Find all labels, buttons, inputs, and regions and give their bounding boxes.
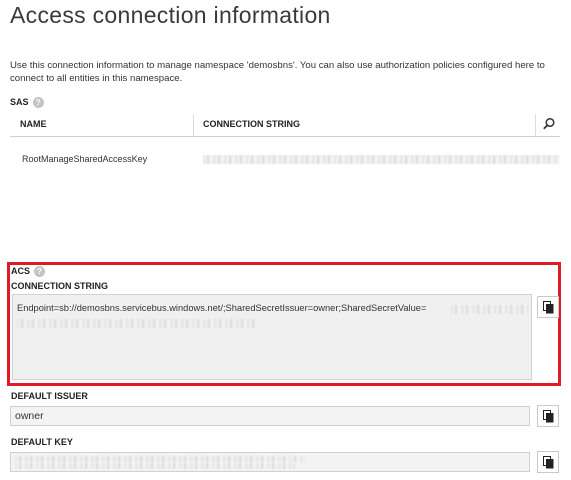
redacted-key (15, 463, 295, 469)
copy-default-key-button[interactable] (537, 451, 559, 473)
default-key-field[interactable] (10, 452, 530, 472)
copy-default-issuer-button[interactable] (537, 405, 559, 427)
redacted-connection-string (203, 155, 559, 164)
connection-string-field[interactable]: Endpoint=sb://demosbns.servicebus.window… (12, 294, 532, 380)
table-row[interactable]: RootManageSharedAccessKey (22, 154, 147, 164)
default-issuer-field[interactable]: owner (10, 406, 530, 426)
search-icon[interactable] (542, 117, 556, 131)
page-description: Use this connection information to manag… (10, 60, 545, 84)
default-key-label: DEFAULT KEY (11, 437, 73, 447)
copy-icon (543, 301, 554, 314)
default-issuer-value: owner (15, 410, 44, 422)
copy-icon (543, 410, 554, 423)
column-divider (535, 114, 536, 136)
column-header-connection-string[interactable]: CONNECTION STRING (203, 119, 300, 129)
copy-icon (543, 456, 554, 469)
policy-name: RootManageSharedAccessKey (22, 154, 148, 164)
page-title: Access connection information (10, 2, 331, 28)
redacted-secret (17, 319, 255, 328)
sas-section-label: SAS? (10, 97, 44, 109)
default-issuer-label: DEFAULT ISSUER (11, 391, 88, 401)
column-divider (193, 114, 194, 136)
connection-string-value: Endpoint=sb://demosbns.servicebus.window… (17, 303, 427, 313)
redacted-key (15, 456, 305, 462)
copy-connection-string-button[interactable] (537, 296, 559, 318)
sas-label: SAS (10, 97, 29, 107)
question-mark-icon[interactable]: ? (32, 97, 44, 109)
redacted-secret (451, 305, 529, 314)
column-header-name[interactable]: NAME (20, 119, 47, 129)
sas-table-header: NAME CONNECTION STRING (10, 112, 560, 137)
